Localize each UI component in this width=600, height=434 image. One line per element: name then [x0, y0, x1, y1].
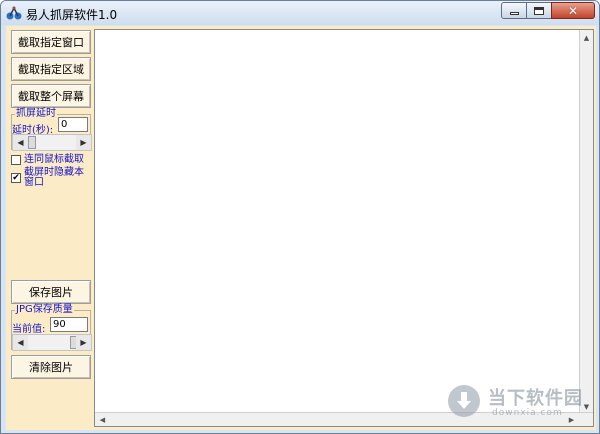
watermark: 当下软件园 downxia.com — [448, 383, 594, 423]
quality-input[interactable]: 90 — [50, 317, 88, 332]
scroll-left-icon[interactable]: ◀ — [13, 135, 28, 150]
app-window: 易人抓屏软件1.0 ✕ 截取指定窗口 截取指定区域 截取整个屏幕 抓屏延时 延时… — [0, 0, 600, 434]
with-cursor-label: 连同鼠标截取 — [24, 154, 84, 165]
save-image-button[interactable]: 保存图片 — [11, 280, 91, 304]
delay-input[interactable]: 0 — [58, 117, 88, 132]
quality-group-title: JPG保存质量 — [15, 304, 74, 316]
quality-group: JPG保存质量 当前值: 90 ◀ ▶ — [11, 304, 92, 351]
delay-slider-thumb[interactable] — [28, 136, 36, 149]
hide-window-label: 截屏时隐藏本窗口 — [24, 167, 84, 188]
watermark-brand: 当下软件园 — [488, 388, 583, 409]
title-bar[interactable]: 易人抓屏软件1.0 ✕ — [1, 1, 599, 25]
app-logo-icon — [6, 6, 22, 20]
window-title: 易人抓屏软件1.0 — [26, 8, 118, 22]
scroll-left-icon[interactable]: ◀ — [96, 413, 109, 426]
scroll-up-icon[interactable]: ▲ — [580, 31, 593, 44]
quality-label: 当前值: — [12, 324, 46, 335]
download-arrow-icon — [457, 392, 471, 409]
delay-group: 抓屏延时 延时(秒): 0 ◀ ▶ — [11, 108, 92, 151]
close-icon: ✕ — [567, 3, 579, 18]
delay-slider[interactable]: ◀ ▶ — [12, 134, 92, 151]
capture-window-button[interactable]: 截取指定窗口 — [11, 30, 91, 54]
maximize-icon — [534, 6, 544, 15]
with-cursor-checkbox[interactable] — [11, 155, 21, 165]
close-button[interactable]: ✕ — [551, 2, 595, 19]
control-panel: 截取指定窗口 截取指定区域 截取整个屏幕 抓屏延时 延时(秒): 0 ◀ ▶ 连… — [6, 26, 94, 430]
hide-window-checkbox[interactable]: ✔ — [11, 173, 21, 183]
capture-fullscreen-button[interactable]: 截取整个屏幕 — [11, 84, 91, 108]
minimize-icon — [509, 12, 519, 15]
image-preview-area[interactable]: ▲ ▼ ◀ ▶ — [94, 29, 594, 427]
window-controls: ✕ — [501, 2, 595, 20]
quality-slider[interactable]: ◀ ▶ — [12, 334, 92, 351]
minimize-button[interactable] — [501, 2, 527, 19]
clear-image-button[interactable]: 清除图片 — [11, 355, 91, 379]
vertical-scrollbar[interactable]: ▲ ▼ — [579, 30, 593, 414]
client-area: 截取指定窗口 截取指定区域 截取整个屏幕 抓屏延时 延时(秒): 0 ◀ ▶ 连… — [6, 26, 596, 430]
scroll-left-icon[interactable]: ◀ — [13, 335, 28, 350]
capture-region-button[interactable]: 截取指定区域 — [11, 57, 91, 81]
scroll-right-icon[interactable]: ▶ — [76, 135, 91, 150]
maximize-button[interactable] — [526, 2, 552, 19]
scroll-right-icon[interactable]: ▶ — [76, 335, 91, 350]
watermark-domain: downxia.com — [492, 408, 563, 418]
delay-group-title: 抓屏延时 — [15, 108, 57, 120]
